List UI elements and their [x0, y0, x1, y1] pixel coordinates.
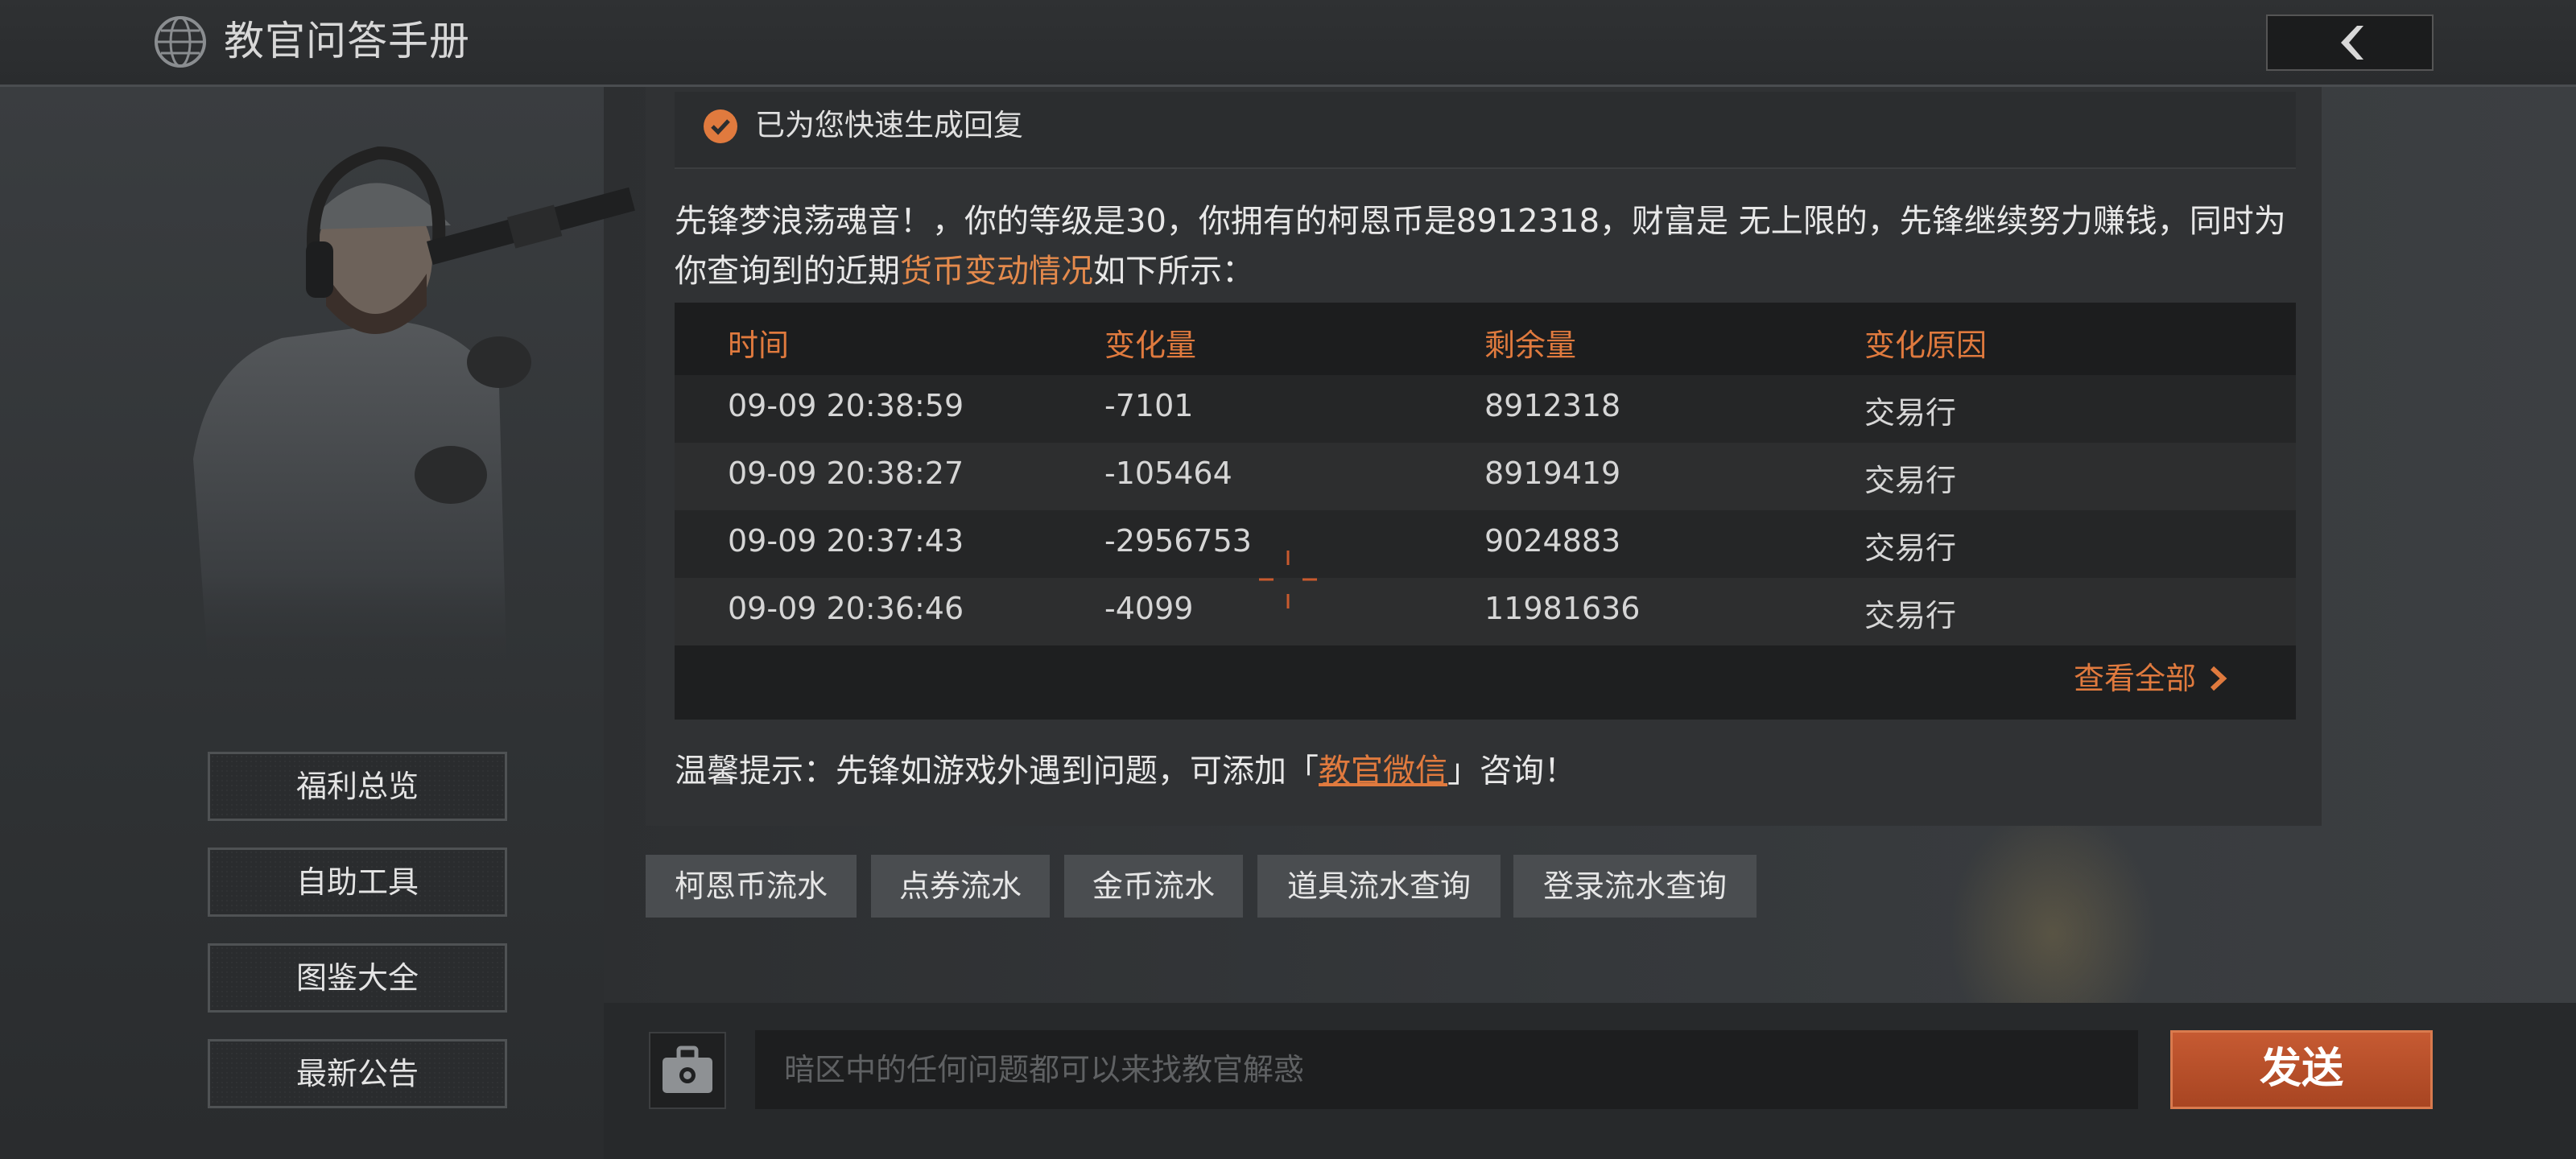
query-coupon-button[interactable]: 点券流水	[871, 855, 1050, 918]
table-row: 09-09 20:36:46 -4099 11981636 交易行	[675, 578, 2296, 645]
table-header: 时间 变化量 剩余量 变化原因	[675, 303, 2296, 375]
reply-text-end: 如下所示：	[1093, 253, 1254, 290]
briefcase-icon	[663, 1046, 712, 1093]
cell-reason: 交易行	[1864, 598, 1957, 633]
query-gold-button[interactable]: 金币流水	[1064, 855, 1243, 918]
column-header-reason: 变化原因	[1864, 328, 1988, 363]
cell-change: -4099	[1104, 591, 1194, 626]
cell-change: -105464	[1104, 456, 1232, 491]
crosshair-icon	[1259, 551, 1317, 608]
sidebar-item-encyclopedia[interactable]: 图鉴大全	[208, 943, 507, 1013]
chevron-left-icon	[2341, 26, 2363, 60]
toolkit-button[interactable]	[649, 1032, 726, 1109]
query-kohen-coin-button[interactable]: 柯恩币流水	[646, 855, 857, 918]
currency-change-link[interactable]: 货币变动情况	[900, 253, 1093, 290]
cell-change: -7101	[1104, 388, 1194, 423]
cell-time: 09-09 20:38:27	[728, 456, 964, 491]
tip-suffix: 」咨询！	[1447, 753, 1576, 790]
cell-balance: 8919419	[1484, 456, 1621, 491]
page-title: 教官问答手册	[224, 18, 470, 64]
cell-balance: 8912318	[1484, 388, 1621, 423]
quick-reply-text: 已为您快速生成回复	[755, 108, 1023, 142]
cell-balance: 9024883	[1484, 523, 1621, 559]
view-all-label: 查看全部	[2074, 661, 2197, 696]
tip-prefix: 温馨提示：先锋如游戏外遇到问题，可添加「	[675, 753, 1319, 790]
question-input[interactable]	[755, 1030, 2138, 1109]
reply-message: 先锋梦浪荡魂音！，你的等级是30，你拥有的柯恩币是8912318，财富是 无上限…	[675, 196, 2301, 296]
query-items-button[interactable]: 道具流水查询	[1257, 855, 1501, 918]
cell-balance: 11981636	[1484, 591, 1641, 626]
sidebar-item-tools[interactable]: 自助工具	[208, 848, 507, 917]
send-button[interactable]: 发送	[2170, 1030, 2433, 1109]
cell-time: 09-09 20:38:59	[728, 388, 964, 423]
check-circle-icon	[704, 109, 737, 143]
cell-change: -2956753	[1104, 523, 1252, 559]
tip-text: 温馨提示：先锋如游戏外遇到问题，可添加「教官微信」咨询！	[675, 747, 1576, 795]
instructor-wechat-link[interactable]: 教官微信	[1319, 753, 1447, 790]
sidebar-item-benefits[interactable]: 福利总览	[208, 752, 507, 821]
column-header-balance: 剩余量	[1484, 328, 1577, 363]
cell-reason: 交易行	[1864, 395, 1957, 431]
table-row: 09-09 20:38:59 -7101 8912318 交易行	[675, 375, 2296, 443]
cell-reason: 交易行	[1864, 530, 1957, 566]
column-header-time: 时间	[728, 328, 790, 363]
column-header-change: 变化量	[1104, 328, 1197, 363]
table-row: 09-09 20:38:27 -105464 8919419 交易行	[675, 443, 2296, 510]
instructor-portrait	[193, 146, 635, 684]
cell-time: 09-09 20:37:43	[728, 523, 964, 559]
chevron-right-icon	[2211, 666, 2227, 691]
table-row: 09-09 20:37:43 -2956753 9024883 交易行	[675, 510, 2296, 578]
currency-table: 时间 变化量 剩余量 变化原因 09-09 20:38:59 -7101 891…	[675, 303, 2296, 720]
cell-time: 09-09 20:36:46	[728, 591, 964, 626]
globe-icon	[155, 16, 206, 68]
sidebar-item-announcements[interactable]: 最新公告	[208, 1039, 507, 1108]
query-login-button[interactable]: 登录流水查询	[1513, 855, 1757, 918]
top-bar: 教官问答手册	[0, 0, 2576, 87]
cell-reason: 交易行	[1864, 463, 1957, 498]
view-all-link[interactable]: 查看全部	[2074, 654, 2230, 698]
back-button[interactable]	[2266, 14, 2434, 71]
